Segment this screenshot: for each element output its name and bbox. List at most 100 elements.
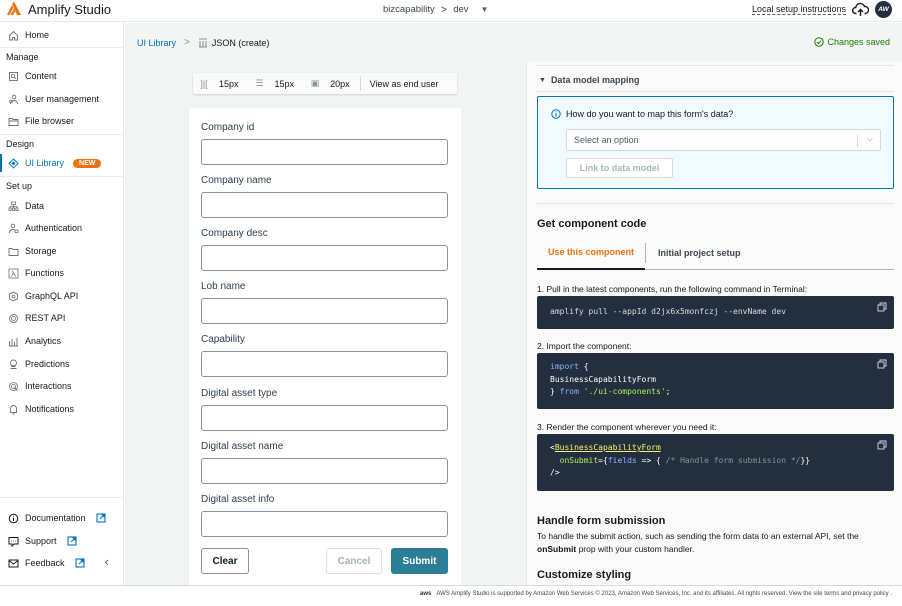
code-punct: ; — [665, 387, 671, 396]
company-desc-input[interactable] — [201, 245, 448, 271]
sidebar-item-functions[interactable]: Functions — [0, 264, 123, 282]
code-punct: }} — [800, 455, 811, 465]
copy-icon[interactable] — [877, 440, 887, 450]
support-icon — [8, 536, 19, 547]
sidebar-item-ui-library[interactable]: UI Library NEW — [0, 154, 123, 172]
breadcrumb-ui-library[interactable]: UI Library — [137, 38, 176, 48]
home-icon — [8, 30, 19, 41]
local-setup-instructions-link[interactable]: Local setup instructions — [751, 4, 846, 15]
mail-icon — [8, 558, 19, 569]
link-to-data-model-button[interactable]: Link to data model — [566, 158, 673, 178]
paragraph-text: To handle the submit action, such as sen… — [537, 531, 859, 541]
notifications-icon — [8, 404, 19, 415]
import-code-block[interactable]: import { BusinessCapabilityForm } from '… — [537, 353, 894, 409]
copy-icon[interactable] — [877, 359, 887, 369]
data-icon — [8, 201, 19, 212]
sidebar-item-storage[interactable]: Storage — [0, 242, 123, 260]
submit-button[interactable]: Submit — [391, 548, 448, 574]
clear-button[interactable]: Clear — [201, 548, 249, 574]
sidebar-item-interactions[interactable]: Interactions — [0, 377, 123, 395]
rest-api-icon — [8, 313, 19, 324]
code-punct: { — [578, 362, 589, 371]
sidebar-item-home[interactable]: Home — [0, 26, 123, 44]
code-tag: BusinessCapabilityForm — [554, 443, 661, 452]
sidebar-item-file-browser[interactable]: File browser — [0, 112, 123, 130]
digital-asset-type-input[interactable] — [201, 405, 448, 431]
tab-use-this-component[interactable]: Use this component — [537, 236, 645, 270]
users-icon — [8, 94, 19, 105]
capability-input[interactable] — [201, 351, 448, 377]
project-name: bizcapability — [383, 4, 435, 15]
lambda-icon — [8, 268, 19, 279]
mapping-question: How do you want to map this form's data? — [551, 109, 733, 119]
code-punct: ={ — [598, 455, 608, 465]
external-link-icon — [74, 558, 85, 568]
save-status-label: Changes saved — [827, 37, 890, 47]
render-code-block[interactable]: <BusinessCapabilityForm onSubmit={fields… — [537, 434, 894, 491]
sidebar-item-content[interactable]: Content — [0, 67, 123, 85]
mapping-select[interactable]: Select an option ⌵ — [566, 129, 881, 151]
copy-icon[interactable] — [877, 302, 887, 312]
chevron-down-icon: ⌵ — [866, 134, 873, 143]
predictions-icon — [8, 359, 19, 370]
folder-icon — [8, 116, 19, 127]
sidebar-item-user-management[interactable]: User management — [0, 90, 123, 108]
brand[interactable]: Amplify Studio — [6, 1, 111, 17]
info-icon — [551, 109, 561, 119]
sidebar-item-graphql-api[interactable]: GraphQL API — [0, 287, 123, 305]
handle-form-submission-heading: Handle form submission — [537, 515, 666, 527]
project-switcher[interactable]: bizcapability > dev ▼ — [383, 4, 488, 15]
handle-form-submission-text: To handle the submit action, such as sen… — [537, 530, 894, 555]
sidebar-item-label: GraphQL API — [25, 291, 79, 301]
interactions-icon — [8, 381, 19, 392]
sidebar-item-label: User management — [25, 94, 100, 104]
divider — [0, 134, 123, 135]
sidebar-item-notifications[interactable]: Notifications — [0, 400, 123, 418]
sidebar-item-rest-api[interactable]: REST API — [0, 309, 123, 327]
divider — [537, 65, 894, 66]
lob-name-input[interactable] — [201, 298, 448, 324]
vertical-gap-control[interactable]: ☰ 15px — [239, 78, 295, 89]
data-model-mapping-toggle[interactable]: ▼ Data model mapping — [539, 75, 639, 85]
section-title: Data model mapping — [550, 75, 640, 85]
sidebar-item-support[interactable]: Support — [0, 532, 123, 550]
padding-control[interactable]: ▣ 20px — [294, 78, 350, 89]
caret-down-icon: ▼ — [539, 76, 546, 84]
pull-command-block[interactable]: amplify pull --appId d2jx6x5monfczj --en… — [537, 296, 894, 329]
horizontal-gap-control[interactable]: ]|[ 15px — [193, 79, 238, 89]
padding-icon: ▣ — [310, 78, 320, 88]
sidebar-item-authentication[interactable]: Authentication — [0, 219, 123, 237]
sidebar-item-label: UI Library — [25, 158, 65, 168]
cloud-upload-icon[interactable] — [852, 2, 869, 17]
sidebar-item-predictions[interactable]: Predictions — [0, 355, 123, 373]
view-as-end-user-button[interactable]: View as end user — [361, 79, 439, 89]
padding-value: 20px — [330, 78, 350, 89]
digital-asset-info-input[interactable] — [201, 511, 448, 537]
vertical-gap-value: 15px — [274, 78, 295, 89]
field-label: Digital asset name — [201, 441, 284, 452]
sidebar-item-analytics[interactable]: Analytics — [0, 332, 123, 350]
company-id-input[interactable] — [201, 139, 448, 165]
field-label: Company desc — [201, 228, 268, 239]
pull-command: amplify pull --appId d2jx6x5monfczj --en… — [550, 307, 787, 316]
user-avatar[interactable]: AW — [875, 1, 892, 18]
code-keyword: import — [550, 362, 579, 371]
aws-logo-icon: aws — [420, 591, 432, 597]
tab-initial-project-setup[interactable]: Initial project setup — [658, 236, 741, 270]
paragraph-bold: onSubmit — [537, 543, 577, 554]
collapse-sidebar-icon[interactable]: ‹ — [105, 554, 109, 569]
sidebar-item-label: Functions — [25, 268, 65, 278]
breadcrumb: UI Library > JSON (create) — [137, 37, 269, 48]
company-name-input[interactable] — [201, 192, 448, 218]
breadcrumb-current: JSON (create) — [198, 38, 269, 48]
select-placeholder: Select an option — [574, 135, 639, 145]
app-name: Amplify Studio — [28, 1, 112, 17]
divider — [537, 91, 894, 92]
sidebar-item-label: Home — [25, 30, 50, 40]
sidebar-item-data[interactable]: Data — [0, 197, 123, 215]
caret-down-icon[interactable]: ▼ — [481, 5, 489, 14]
cancel-button[interactable]: Cancel — [326, 548, 382, 574]
digital-asset-name-input[interactable] — [201, 458, 448, 484]
divider — [0, 176, 123, 177]
sidebar-item-documentation[interactable]: Documentation — [0, 509, 123, 527]
